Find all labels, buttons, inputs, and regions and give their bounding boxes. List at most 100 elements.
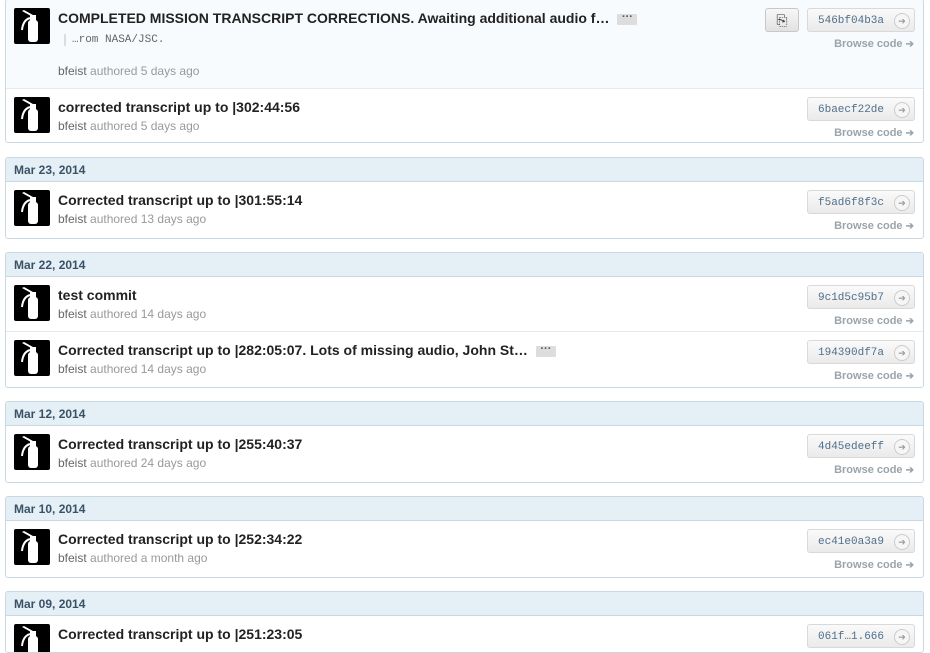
avatar[interactable]	[14, 97, 50, 133]
commit-group: Mar 10, 2014 Corrected transcript up to …	[5, 496, 924, 578]
avatar[interactable]	[14, 8, 50, 44]
commit-title[interactable]: COMPLETED MISSION TRANSCRIPT CORRECTIONS…	[58, 10, 638, 26]
clipboard-icon: ⎘	[776, 12, 788, 28]
sha-text: f5ad6f8f3c	[818, 197, 885, 209]
browse-code-label: Browse code	[834, 559, 903, 571]
fire-extinguisher-icon	[21, 342, 38, 374]
commit-row: Corrected transcript up to |301:55:14 bf…	[6, 182, 923, 236]
sha-text: 4d45edeeff	[818, 441, 885, 453]
sha-text: 061f…1.666	[818, 631, 885, 643]
sha-button[interactable]: 4d45edeeff ➔	[807, 434, 915, 458]
browse-code-link[interactable]: Browse code ➔	[834, 220, 914, 232]
commit-description: …rom NASA/JSC.	[64, 34, 164, 46]
authored-time: authored 24 days ago	[90, 456, 207, 470]
commit-group: Mar 09, 2014 Corrected transcript up to …	[5, 591, 924, 653]
sha-button[interactable]: 194390df7a ➔	[807, 340, 915, 364]
browse-code-link[interactable]: Browse code ➔	[834, 38, 914, 50]
commit-title[interactable]: Corrected transcript up to |252:34:22	[58, 531, 302, 547]
commit-title[interactable]: corrected transcript up to |302:44:56	[58, 99, 300, 115]
arrow-right-circle-icon: ➔	[894, 195, 910, 211]
sha-text: 6baecf22de	[818, 104, 885, 116]
sha-text: 9c1d5c95b7	[818, 292, 885, 304]
arrow-right-circle-icon: ➔	[894, 102, 910, 118]
commit-group: Mar 12, 2014 Corrected transcript up to …	[5, 401, 924, 483]
browse-code-link[interactable]: Browse code ➔	[834, 370, 914, 382]
fire-extinguisher-icon	[21, 287, 38, 319]
fire-extinguisher-icon	[21, 99, 38, 131]
commit-title-text[interactable]: Corrected transcript up to |282:05:07. L…	[58, 342, 528, 358]
commit-title-text[interactable]: Corrected transcript up to |251:23:05	[58, 626, 302, 642]
commit-title[interactable]: Corrected transcript up to |255:40:37	[58, 436, 302, 452]
sha-button[interactable]: 061f…1.666 ➔	[807, 624, 915, 648]
commit-title-text[interactable]: COMPLETED MISSION TRANSCRIPT CORRECTIONS…	[58, 10, 609, 26]
commit-row: test commit bfeist authored 14 days ago …	[6, 277, 923, 331]
avatar[interactable]	[14, 529, 50, 565]
fire-extinguisher-icon	[21, 436, 38, 468]
commit-title-text[interactable]: test commit	[58, 287, 137, 303]
avatar[interactable]	[14, 624, 50, 652]
arrow-right-circle-icon: ➔	[894, 290, 910, 306]
commit-title-text[interactable]: Corrected transcript up to |255:40:37	[58, 436, 302, 452]
commit-row: Corrected transcript up to |252:34:22 bf…	[6, 521, 923, 575]
arrow-right-icon: ➔	[905, 221, 914, 232]
arrow-right-circle-icon: ➔	[894, 439, 910, 455]
commit-group: COMPLETED MISSION TRANSCRIPT CORRECTIONS…	[5, 0, 924, 143]
commit-meta: bfeist authored 5 days ago	[58, 64, 199, 78]
sha-text: ec41e0a3a9	[818, 536, 885, 548]
author-link[interactable]: bfeist	[58, 362, 87, 376]
sha-button[interactable]: ec41e0a3a9 ➔	[807, 529, 915, 553]
author-link[interactable]: bfeist	[58, 456, 87, 470]
author-link[interactable]: bfeist	[58, 64, 87, 78]
commit-title-text[interactable]: Corrected transcript up to |301:55:14	[58, 192, 302, 208]
author-link[interactable]: bfeist	[58, 307, 87, 321]
commit-title[interactable]: Corrected transcript up to |251:23:05	[58, 626, 302, 642]
browse-code-link[interactable]: Browse code ➔	[834, 559, 914, 571]
commit-title[interactable]: test commit	[58, 287, 137, 303]
authored-time: authored 14 days ago	[90, 362, 207, 376]
commit-title[interactable]: Corrected transcript up to |282:05:07. L…	[58, 342, 556, 358]
arrow-right-icon: ➔	[905, 560, 914, 571]
arrow-right-icon: ➔	[905, 39, 914, 50]
commit-meta: bfeist authored a month ago	[58, 551, 207, 565]
commit-title-text[interactable]: Corrected transcript up to |252:34:22	[58, 531, 302, 547]
sha-button[interactable]: 9c1d5c95b7 ➔	[807, 285, 915, 309]
author-link[interactable]: bfeist	[58, 119, 87, 133]
author-link[interactable]: bfeist	[58, 551, 87, 565]
commit-row: corrected transcript up to |302:44:56 bf…	[6, 88, 923, 142]
authored-time: authored 5 days ago	[90, 64, 200, 78]
group-date-header: Mar 22, 2014	[6, 253, 923, 277]
browse-code-label: Browse code	[834, 127, 903, 139]
browse-code-link[interactable]: Browse code ➔	[834, 464, 914, 476]
author-link[interactable]: bfeist	[58, 212, 87, 226]
commit-row: Corrected transcript up to |255:40:37 bf…	[6, 426, 923, 480]
commit-group: Mar 22, 2014 test commit bfeist authored…	[5, 252, 924, 388]
arrow-right-icon: ➔	[905, 465, 914, 476]
commit-title[interactable]: Corrected transcript up to |301:55:14	[58, 192, 302, 208]
commit-meta: bfeist authored 5 days ago	[58, 119, 199, 133]
sha-text: 194390df7a	[818, 347, 885, 359]
fire-extinguisher-icon	[21, 626, 38, 652]
authored-time: authored 13 days ago	[90, 212, 207, 226]
arrow-right-circle-icon: ➔	[894, 629, 910, 645]
browse-code-label: Browse code	[834, 38, 903, 50]
browse-code-link[interactable]: Browse code ➔	[834, 315, 914, 327]
copy-sha-button[interactable]: ⎘	[765, 8, 799, 32]
browse-code-label: Browse code	[834, 315, 903, 327]
sha-button[interactable]: 546bf04b3a ➔	[807, 8, 915, 32]
authored-time: authored a month ago	[90, 551, 208, 565]
browse-code-link[interactable]: Browse code ➔	[834, 127, 914, 139]
ellipsis-expand-icon[interactable]: ···	[535, 343, 556, 357]
commit-meta: bfeist authored 14 days ago	[58, 307, 206, 321]
sha-button[interactable]: f5ad6f8f3c ➔	[807, 190, 915, 214]
commit-title-text[interactable]: corrected transcript up to |302:44:56	[58, 99, 300, 115]
arrow-right-circle-icon: ➔	[894, 534, 910, 550]
arrow-right-icon: ➔	[905, 128, 914, 139]
avatar[interactable]	[14, 285, 50, 321]
ellipsis-expand-icon[interactable]: ···	[617, 11, 638, 25]
avatar[interactable]	[14, 434, 50, 470]
arrow-right-icon: ➔	[905, 371, 914, 382]
avatar[interactable]	[14, 340, 50, 376]
avatar[interactable]	[14, 190, 50, 226]
sha-button[interactable]: 6baecf22de ➔	[807, 97, 915, 121]
commit-meta: bfeist authored 14 days ago	[58, 362, 206, 376]
